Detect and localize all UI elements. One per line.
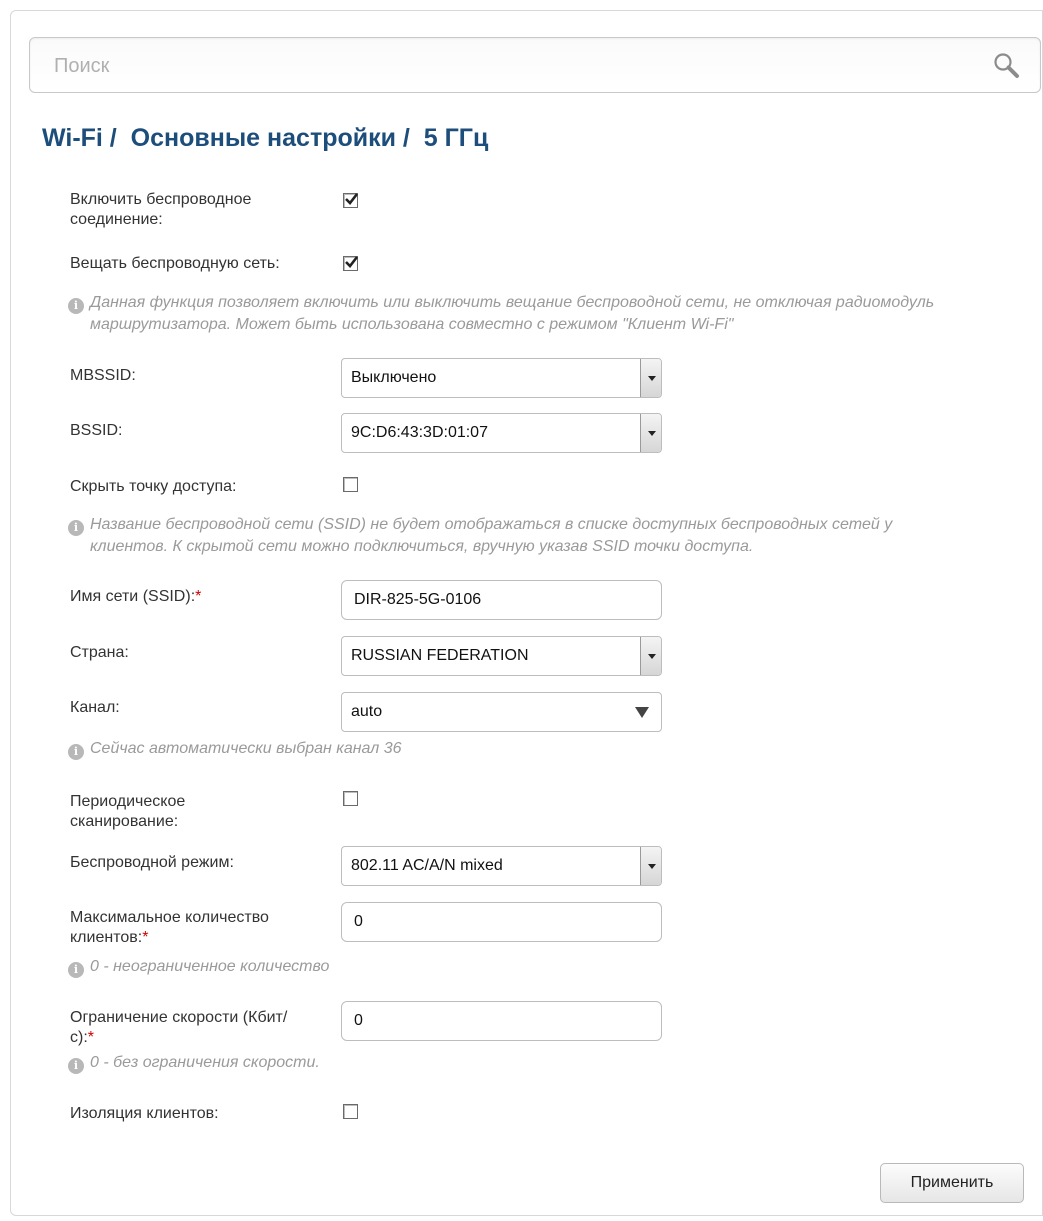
speed-limit-input[interactable] <box>341 1001 662 1041</box>
max-clients-hint: i0 - неограниченное количество <box>68 956 329 978</box>
broadcast-label: Вещать беспроводную сеть: <box>70 255 280 272</box>
info-icon: i <box>68 520 84 536</box>
hide-ap-checkbox[interactable] <box>343 477 358 492</box>
country-select[interactable]: RUSSIAN FEDERATION <box>341 636 662 676</box>
max-clients-input[interactable] <box>341 902 662 942</box>
apply-button[interactable]: Применить <box>880 1163 1024 1203</box>
bssid-select[interactable]: 9C:D6:43:3D:01:07 <box>341 413 662 453</box>
chevron-down-icon[interactable] <box>640 359 661 397</box>
info-icon: i <box>68 298 84 314</box>
page-title: Wi-Fi / Основные настройки / 5 ГГц <box>42 124 489 152</box>
hide-ap-hint: i Название беспроводной сети (SSID) не бу… <box>68 514 970 558</box>
ssid-input[interactable] <box>341 580 662 620</box>
speed-limit-hint: i0 - без ограничения скорости. <box>68 1052 320 1074</box>
chevron-down-icon[interactable] <box>635 707 649 718</box>
search-input[interactable] <box>52 51 952 81</box>
mbssid-label: MBSSID: <box>70 367 136 384</box>
client-isolation-checkbox[interactable] <box>343 1104 358 1119</box>
wireless-mode-label: Беспроводной режим: <box>70 854 234 871</box>
broadcast-checkbox[interactable] <box>343 256 359 271</box>
ssid-label: Имя сети (SSID):* <box>70 588 202 605</box>
country-label: Страна: <box>70 644 129 661</box>
enable-wireless-checkbox[interactable] <box>343 193 359 208</box>
broadcast-hint: i Данная функция позволяет включить или в… <box>68 292 970 336</box>
info-icon: i <box>68 962 84 978</box>
max-clients-label: Максимальное количество клиентов:* <box>70 909 269 946</box>
chevron-down-icon[interactable] <box>640 847 661 885</box>
info-icon: i <box>68 1058 84 1074</box>
client-isolation-label: Изоляция клиентов: <box>70 1105 219 1122</box>
checkmark-icon <box>345 193 359 205</box>
info-icon: i <box>68 744 84 760</box>
speed-limit-label: Ограничение скорости (Кбит/с):* <box>70 1009 288 1046</box>
channel-hint: i Сейчас автоматически выбран канал 36 <box>68 738 402 760</box>
bssid-label: BSSID: <box>70 422 123 439</box>
checkmark-icon <box>345 256 359 268</box>
chevron-down-icon[interactable] <box>640 637 661 675</box>
chevron-down-icon[interactable] <box>640 414 661 452</box>
mbssid-select[interactable]: Выключено <box>341 358 662 398</box>
search-box <box>29 37 1041 93</box>
periodic-scan-checkbox[interactable] <box>343 791 358 806</box>
search-icon[interactable] <box>992 51 1022 81</box>
channel-label: Канал: <box>70 699 120 716</box>
enable-wireless-label: Включить беспроводное соединение: <box>70 191 252 228</box>
channel-select[interactable]: auto <box>341 692 662 732</box>
hide-ap-label: Скрыть точку доступа: <box>70 478 237 495</box>
wireless-mode-select[interactable]: 802.11 AC/A/N mixed <box>341 846 662 886</box>
periodic-scan-label: Периодическое сканирование: <box>70 793 186 830</box>
